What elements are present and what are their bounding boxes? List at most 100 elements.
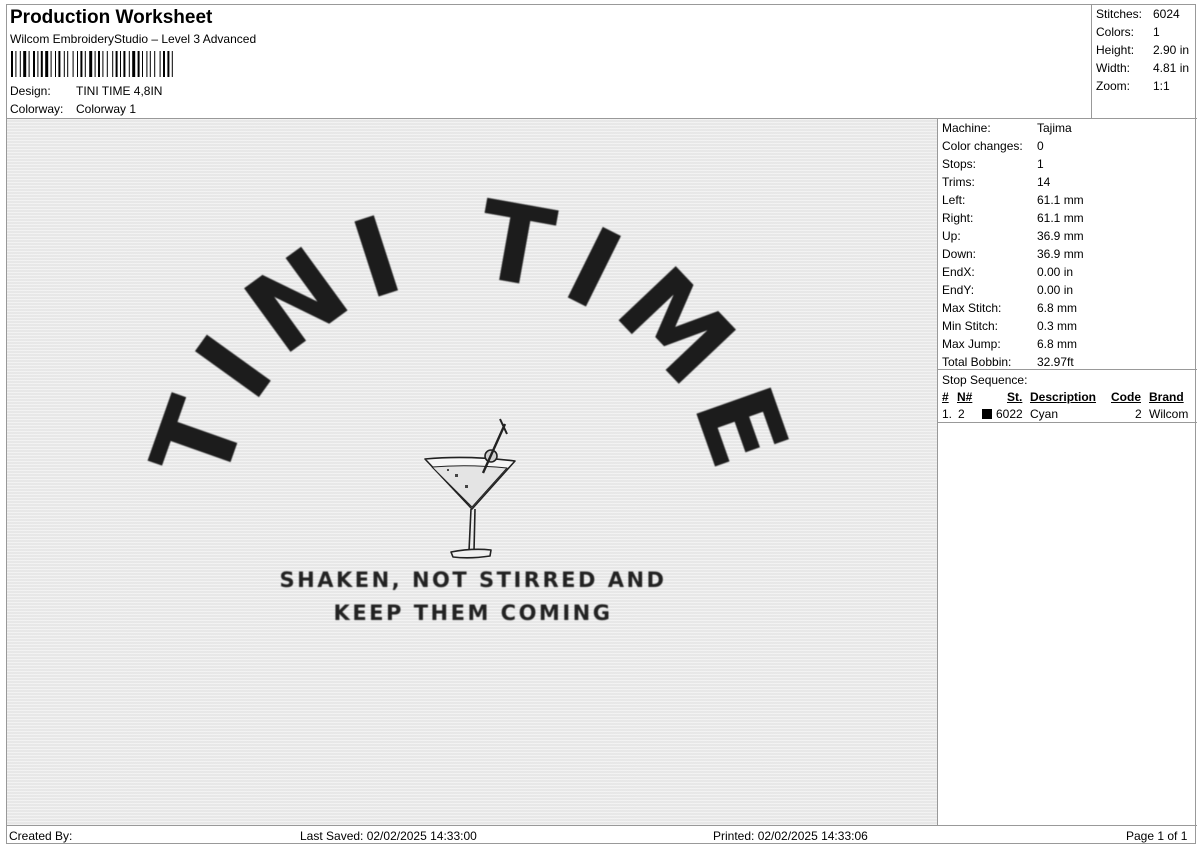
col-header-code: Code (1111, 390, 1141, 404)
col-header-brand: Brand (1149, 390, 1184, 404)
machine-info-label: Min Stitch: (942, 319, 999, 333)
barcode-bar (94, 51, 96, 77)
colorway-label: Colorway: (10, 102, 64, 116)
stat-row-stitches: Stitches: 6024 (1096, 7, 1180, 21)
barcode-bar (37, 51, 39, 77)
stat-value: 1 (1153, 25, 1160, 39)
machine-info-row: Machine: Tajima (942, 121, 1072, 135)
design-preview: TINI TIME SHAKEN, NOT STIRRED AND KEEP T… (128, 178, 815, 625)
martini-glass-icon (424, 418, 516, 559)
machine-info-value: 6.8 mm (1037, 337, 1078, 351)
machine-info-value: 0.3 mm (1037, 319, 1078, 333)
barcode-bar (120, 51, 121, 77)
col-header-st: St. (1007, 390, 1023, 404)
barcode-bar (171, 51, 173, 77)
machine-info-value: 36.9 mm (1037, 229, 1084, 243)
last-saved: Last Saved: 02/02/2025 14:33:00 (300, 829, 477, 843)
machine-info-row: Max Jump: 6.8 mm (942, 337, 1077, 351)
stat-value: 4.81 in (1153, 61, 1190, 75)
barcode-bar (112, 51, 114, 77)
stat-label: Width: (1096, 61, 1131, 75)
machine-info-value: 0 (1037, 139, 1044, 153)
stat-label: Stitches: (1096, 7, 1143, 21)
worksheet-header: Production Worksheet Wilcom EmbroiderySt… (7, 5, 1197, 119)
design-row: Design: TINI TIME 4,8IN (10, 84, 162, 98)
colorway-row: Colorway: Colorway 1 (10, 102, 136, 116)
barcode-bar (80, 51, 83, 77)
machine-info-panel: Total Bobbin: 32.97ft Max Jump: 6.8 mm Min S… (938, 119, 1197, 825)
barcode-bar (63, 51, 65, 77)
page-number: Page 1 of 1 (1126, 829, 1188, 843)
stop-sequence-label: Stop Sequence: (942, 373, 1028, 387)
col-header-num: # (942, 390, 949, 404)
machine-info-label: Machine: (942, 121, 991, 135)
stat-value: 2.90 in (1153, 43, 1190, 57)
machine-info-label: Down: (942, 247, 977, 261)
machine-info-row: EndX: 0.00 in (942, 265, 1073, 279)
barcode-bar (123, 51, 126, 77)
stop-row-st: 6022 (996, 407, 1023, 421)
design-title-text: TINI TIME (128, 178, 801, 496)
design-subtitle-line2: KEEP THEM COMING (334, 601, 613, 625)
machine-info-label: Color changes: (942, 139, 1023, 153)
barcode-bar (167, 51, 170, 77)
barcode-bar (132, 51, 136, 77)
design-canvas[interactable]: TINI TIME SHAKEN, NOT STIRRED AND KEEP T… (7, 119, 938, 825)
barcode-bar (67, 51, 69, 77)
machine-info-value: 36.9 mm (1037, 247, 1084, 261)
colorway-value: Colorway 1 (76, 102, 137, 116)
machine-info-label: EndY: (942, 283, 975, 297)
machine-info-value: 32.97ft (1037, 355, 1074, 369)
barcode-bar (50, 51, 52, 77)
col-header-n: N# (957, 390, 973, 404)
stats-panel: Stitches: 6024 Colors: 1 Height: 2.90 in Wi… (1091, 5, 1197, 119)
barcode-bar (102, 51, 104, 77)
barcode-bar (28, 51, 30, 77)
worksheet-title: Production Worksheet (10, 7, 213, 28)
barcode-bar (115, 51, 118, 77)
software-name: Wilcom EmbroideryStudio – Level 3 Advanc… (10, 32, 257, 46)
barcode-bar (89, 51, 93, 77)
machine-info-row: Total Bobbin: 32.97ft (942, 355, 1074, 369)
created-by: Created By: (9, 829, 73, 843)
stat-row-width: Width: 4.81 in (1096, 61, 1189, 75)
barcode-bar (106, 51, 108, 77)
machine-info-value: Tajima (1037, 121, 1072, 135)
stat-label: Colors: (1096, 25, 1135, 39)
worksheet-footer: Created By: Last Saved: 02/02/2025 14:33… (7, 825, 1197, 845)
stop-row-num: 1. (942, 407, 953, 421)
barcode-bar (55, 51, 56, 77)
barcode-bar (146, 51, 148, 77)
worksheet: Production Worksheet Wilcom EmbroiderySt… (6, 4, 1197, 845)
machine-info-row: Stops: 1 (942, 157, 1044, 171)
design-value: TINI TIME 4,8IN (76, 84, 163, 98)
barcode-bar (33, 51, 35, 77)
machine-info-label: Max Stitch: (942, 301, 1002, 315)
barcode-bar (19, 51, 21, 77)
machine-info-label: Right: (942, 211, 974, 225)
barcode-bar (11, 51, 13, 77)
machine-info-row: Left: 61.1 mm (942, 193, 1084, 207)
printed-date: Printed: 02/02/2025 14:33:06 (713, 829, 868, 843)
barcode-bar (137, 51, 140, 77)
barcode-bar (15, 51, 17, 77)
stat-label: Height: (1096, 43, 1135, 57)
machine-info-row: Up: 36.9 mm (942, 229, 1084, 243)
stat-row-height: Height: 2.90 in (1096, 43, 1189, 57)
machine-info-label: Up: (942, 229, 961, 243)
machine-info-value: 14 (1037, 175, 1051, 189)
color-swatch (982, 409, 992, 419)
machine-info-row: Trims: 14 (942, 175, 1050, 189)
machine-info-label: Max Jump: (942, 337, 1001, 351)
machine-info-label: Stops: (942, 157, 977, 171)
machine-info-row: Max Stitch: 6.8 mm (942, 301, 1077, 315)
barcode-bar (149, 51, 151, 77)
design-title-arc: TINI TIME (128, 178, 815, 496)
stop-row-brand: Wilcom (1149, 407, 1189, 421)
stop-sequence-table: Stop Sequence: # N# St. Description Code… (938, 369, 1197, 423)
machine-info-row: Right: 61.1 mm (942, 211, 1084, 225)
barcode-bar (40, 51, 43, 77)
barcode-bar (163, 51, 165, 77)
design-subtitle-line1: SHAKEN, NOT STIRRED AND (280, 568, 667, 592)
col-header-description: Description (1030, 390, 1097, 404)
